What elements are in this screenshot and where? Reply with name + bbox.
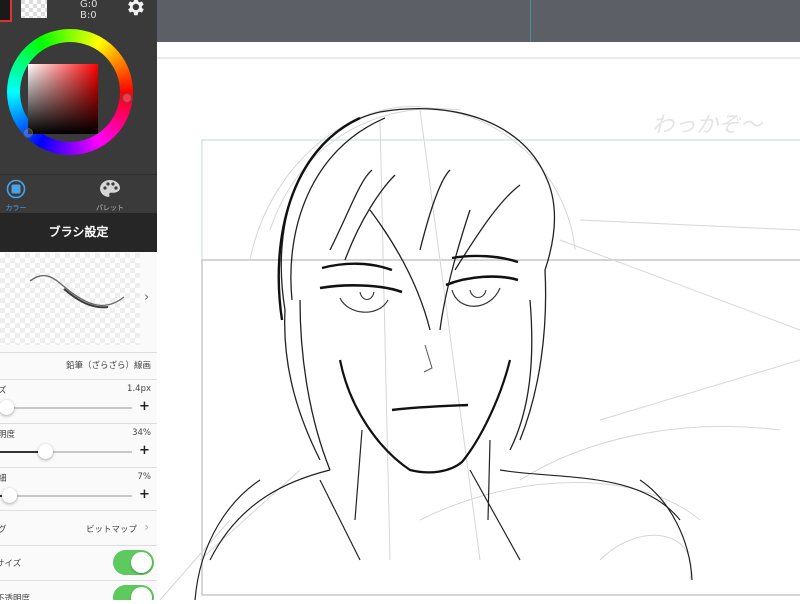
third-slider-row: 細 7% +	[0, 467, 157, 511]
gear-icon[interactable]	[124, 0, 146, 22]
opacity-label: 明度	[0, 430, 16, 440]
tab-color-label: カラー	[5, 204, 27, 212]
tab-palette-label: パレット	[96, 204, 124, 212]
chevron-right-icon: ›	[144, 520, 149, 534]
canvas-scribble-text: わっかぞ〜	[652, 113, 764, 138]
third-label: 細	[0, 474, 7, 484]
size-label: ズ	[0, 386, 7, 396]
third-value: 7%	[137, 472, 152, 482]
canvas-top-bar	[157, 0, 800, 42]
size-pressure-row: サイズ	[0, 545, 157, 580]
tab-color[interactable]: カラー	[0, 175, 46, 214]
opacity-value: 34%	[132, 428, 151, 438]
opacity-slider[interactable]	[0, 444, 132, 459]
guide-line	[530, 0, 531, 42]
brush-type-label: グ	[0, 525, 7, 535]
opacity-pressure-label: 不透明度	[0, 594, 31, 600]
opacity-plus-button[interactable]: +	[139, 443, 150, 458]
color-square-icon	[6, 179, 26, 203]
brush-stroke-preview[interactable]	[0, 253, 140, 345]
opacity-pressure-row: 不透明度	[0, 580, 157, 600]
drawing-canvas[interactable]: わっかぞ〜	[157, 42, 800, 601]
sub-color-swatch[interactable]	[21, 0, 47, 18]
main-color-swatch[interactable]	[0, 0, 12, 22]
rgb-b-readout: B:0	[80, 10, 97, 21]
brush-name-row[interactable]: 鉛筆（ざらざら）線画	[0, 352, 157, 377]
tab-palette[interactable]: パレット	[80, 175, 140, 214]
size-value: 1.4px	[127, 384, 151, 394]
rgb-g-readout: G:0	[80, 0, 98, 10]
color-section: G:0 B:0 カラー パレット	[0, 0, 157, 213]
color-mode-tabs: カラー パレット	[0, 174, 157, 214]
sv-picker-ring[interactable]	[23, 128, 33, 138]
size-slider-thumb[interactable]	[0, 400, 14, 415]
chevron-right-icon[interactable]: ›	[144, 290, 149, 305]
size-plus-button[interactable]: +	[139, 399, 150, 414]
size-pressure-label: サイズ	[0, 559, 22, 569]
brush-type-row[interactable]: グ ビットマップ ›	[0, 510, 157, 546]
size-slider[interactable]	[0, 400, 132, 415]
brush-settings-title: ブラシ設定	[0, 213, 157, 252]
hue-picker-ring[interactable]	[122, 93, 132, 103]
size-pressure-toggle[interactable]	[113, 550, 154, 575]
third-slider-thumb[interactable]	[2, 488, 17, 503]
brush-side-panel: G:0 B:0 カラー パレット ブラシ設定 › 鉛筆（ざらざら）線画 ズ 1.…	[0, 0, 157, 600]
size-slider-row: ズ 1.4px +	[0, 379, 157, 423]
opacity-slider-thumb[interactable]	[38, 444, 53, 459]
opacity-pressure-toggle[interactable]	[113, 585, 154, 600]
sketch-artwork: わっかぞ〜	[157, 57, 800, 601]
opacity-slider-row: 明度 34% +	[0, 423, 157, 467]
third-plus-button[interactable]: +	[139, 487, 150, 502]
palette-icon	[99, 179, 121, 203]
saturation-value-square[interactable]	[28, 64, 98, 134]
third-slider[interactable]	[0, 488, 132, 503]
brush-type-value: ビットマップ	[85, 525, 137, 535]
brush-name: 鉛筆（ざらざら）線画	[65, 361, 151, 371]
